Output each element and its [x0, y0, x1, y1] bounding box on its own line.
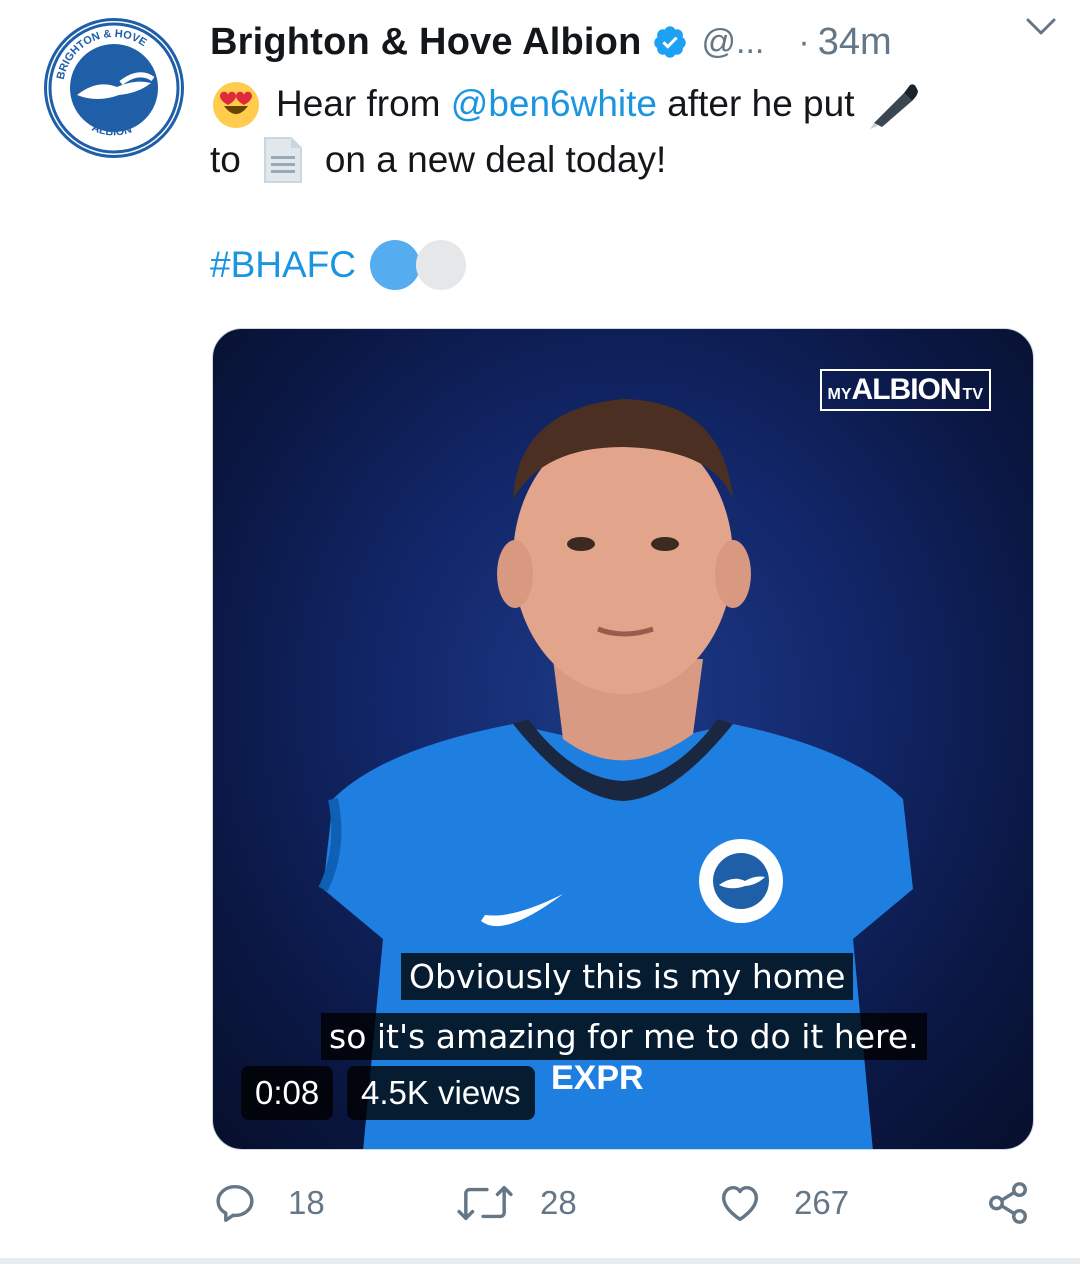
reply-count: 18	[288, 1184, 325, 1221]
retweet-count: 28	[540, 1184, 577, 1221]
video-player[interactable]: EXPR MY ALBION TV Obviously this is my h…	[212, 328, 1034, 1150]
club-crest-icon: BRIGHTON & HOVE ALBION	[48, 22, 180, 154]
display-name[interactable]: Brighton & Hove Albion	[210, 21, 642, 64]
channel-logo-tv: TV	[962, 386, 983, 403]
tweet-text-part: to	[210, 139, 241, 180]
separator-dot: ·	[798, 22, 810, 61]
white-circle-emoji	[415, 240, 466, 290]
reply-icon	[216, 1184, 254, 1222]
document-emoji	[263, 137, 302, 183]
tweet-line-1: Hear from @ben6white after he put	[210, 76, 1010, 132]
like-count: 267	[794, 1184, 850, 1221]
handle[interactable]: @...	[702, 23, 765, 62]
subtitle-line-2: so it's amazing for me to do it here.	[321, 1013, 927, 1060]
channel-logo-my: MY	[827, 386, 852, 403]
tweet-text-part: after he put	[657, 83, 855, 124]
chevron-down-icon[interactable]	[1024, 12, 1058, 42]
sponsor-logo: EXPR	[551, 1059, 644, 1097]
mention-link[interactable]: @ben6white	[451, 76, 657, 132]
channel-logo: MY ALBION TV	[819, 369, 991, 411]
like-button[interactable]: 267	[716, 1180, 849, 1226]
avatar[interactable]: BRIGHTON & HOVE ALBION	[44, 18, 184, 158]
retweet-button[interactable]: 28	[456, 1180, 577, 1226]
tweet-header: Brighton & Hove Albion @... · 34m	[210, 14, 1050, 70]
hashtag-link[interactable]: #BHAFC	[210, 244, 356, 286]
subtitle-line-1: Obviously this is my home	[401, 953, 854, 1000]
tweet-actions: 18 28 267	[212, 1180, 1042, 1230]
video-views-badge: 4.5K views	[347, 1066, 535, 1120]
video-duration-badge: 0:08	[241, 1066, 334, 1120]
reply-button[interactable]: 18	[212, 1180, 325, 1226]
tweet-text: Hear from @ben6white after he put to on …	[210, 76, 1010, 188]
tweet-text-part: Hear from	[276, 83, 451, 124]
tweet-line-2: to on a new deal today!	[210, 132, 1010, 188]
timestamp[interactable]: 34m	[818, 21, 892, 64]
like-icon	[721, 1185, 759, 1222]
heart-eyes-emoji	[213, 82, 259, 128]
blue-circle-emoji	[369, 240, 420, 290]
retweet-icon	[457, 1185, 513, 1221]
pen-emoji	[870, 84, 919, 129]
share-button[interactable]	[984, 1180, 1032, 1226]
verified-badge-icon	[653, 26, 686, 58]
share-icon	[989, 1182, 1027, 1224]
tweet-text-part: on a new deal today!	[324, 139, 667, 180]
tweet-divider	[0, 1258, 1080, 1264]
channel-logo-albion: ALBION	[851, 373, 962, 406]
hashtag-line: #BHAFC	[210, 240, 466, 290]
